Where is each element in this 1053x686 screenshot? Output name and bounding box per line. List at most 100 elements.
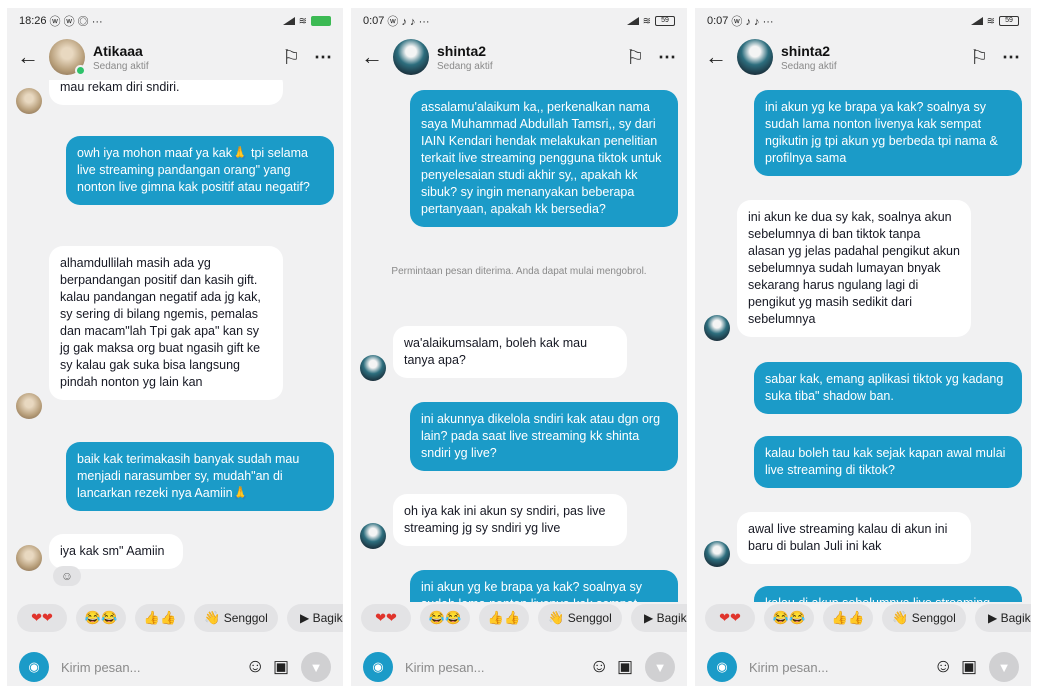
sender-avatar[interactable] bbox=[704, 315, 730, 341]
share-icon: ▶ bbox=[988, 611, 998, 625]
image-icon[interactable]: ▣ bbox=[273, 657, 289, 677]
contact-name[interactable]: shinta2 bbox=[781, 43, 970, 59]
wifi-icon: ≋ bbox=[642, 15, 651, 27]
wave-icon: 👋 bbox=[892, 610, 909, 625]
wifi-icon: ≋ bbox=[986, 15, 995, 27]
sender-avatar[interactable] bbox=[16, 88, 42, 114]
send-icon[interactable]: ▼ bbox=[301, 652, 331, 682]
quick-reply-hearts[interactable]: ❤❤ bbox=[17, 604, 67, 632]
message-bubble-incoming: alhamdullilah masih ada yg berpandangan … bbox=[49, 246, 283, 400]
message-bubble-incoming: ini akun ke dua sy kak, soalnya akun seb… bbox=[737, 200, 971, 337]
system-notice: Permintaan pesan diterima. Anda dapat mu… bbox=[391, 266, 647, 277]
quick-reply-laugh[interactable]: 😂😂 bbox=[420, 604, 470, 632]
message-bubble-incoming: wa'alaikumsalam, boleh kak mau tanya apa… bbox=[393, 326, 627, 378]
battery-icon: 59 bbox=[999, 16, 1019, 26]
status-bar: 18:26 ⓦ ⓦ ◎ ··· ≋ bbox=[7, 8, 343, 34]
quick-reply-laugh[interactable]: 😂😂 bbox=[764, 604, 814, 632]
image-icon[interactable]: ▣ bbox=[961, 657, 977, 677]
quick-reply-thumbs[interactable]: 👍👍 bbox=[479, 604, 529, 632]
battery-icon: 59 bbox=[655, 16, 675, 26]
quick-reply-laugh[interactable]: 😂😂 bbox=[76, 604, 126, 632]
quick-reply-thumbs[interactable]: 👍👍 bbox=[823, 604, 873, 632]
image-icon[interactable]: ▣ bbox=[617, 657, 633, 677]
contact-name[interactable]: shinta2 bbox=[437, 43, 626, 59]
sender-avatar[interactable] bbox=[16, 393, 42, 419]
online-indicator bbox=[75, 65, 86, 76]
emoji-icon[interactable]: ☺ bbox=[934, 656, 953, 678]
emoji-icon[interactable]: ☺ bbox=[590, 656, 609, 678]
wifi-icon: ≋ bbox=[298, 15, 307, 27]
sender-avatar[interactable] bbox=[704, 541, 730, 567]
composer: ◉ ☺ ▣ ▼ bbox=[695, 648, 1031, 686]
message-input[interactable] bbox=[405, 659, 590, 675]
status-time: 0:07 bbox=[707, 15, 729, 27]
message-bubble-outgoing: baik kak terimakasih banyak sudah mau me… bbox=[66, 442, 334, 511]
share-button[interactable]: ▶ Bagikan bbox=[631, 604, 687, 632]
share-button[interactable]: ▶ Bagikan bbox=[975, 604, 1031, 632]
message-list[interactable]: mau rekam diri sndiri. owh iya mohon maa… bbox=[7, 80, 343, 602]
emoji-icon[interactable]: ☺ bbox=[246, 656, 265, 678]
quick-reply-thumbs[interactable]: 👍👍 bbox=[135, 604, 185, 632]
message-list[interactable]: ini akun yg ke brapa ya kak? soalnya sy … bbox=[695, 80, 1031, 602]
message-bubble-incoming: oh iya kak ini akun sy sndiri, pas live … bbox=[393, 494, 627, 546]
contact-status: Sedang aktif bbox=[437, 60, 493, 72]
message-list[interactable]: assalamu'alaikum ka,, perkenalkan nama s… bbox=[351, 80, 687, 602]
senggol-button[interactable]: 👋 Senggol bbox=[538, 604, 622, 632]
send-icon[interactable]: ▼ bbox=[645, 652, 675, 682]
contact-name[interactable]: Atikaaa bbox=[93, 43, 282, 59]
chat-header: ← shinta2 Sedang aktif ⚐ ⋯ bbox=[695, 34, 1031, 80]
message-bubble-outgoing: kalau di akun sebelumnya live streaming bbox=[754, 586, 1022, 602]
senggol-button[interactable]: 👋 Senggol bbox=[882, 604, 966, 632]
quick-reply-bar: ❤❤ 😂😂 👍👍 👋 Senggol ▶ Bagikan bbox=[351, 604, 687, 636]
wave-icon: 👋 bbox=[204, 610, 221, 625]
camera-icon[interactable]: ◉ bbox=[19, 652, 49, 682]
send-icon[interactable]: ▼ bbox=[989, 652, 1019, 682]
message-bubble-incoming: iya kak sm" Aamiin bbox=[49, 534, 183, 569]
signal-icon bbox=[626, 17, 639, 25]
more-icon[interactable]: ⋯ bbox=[1002, 47, 1021, 68]
quick-reply-hearts[interactable]: ❤❤ bbox=[361, 604, 411, 632]
message-bubble-outgoing: sabar kak, emang aplikasi tiktok yg kada… bbox=[754, 362, 1022, 414]
status-bar: 0:07 ⓦ ♪ ♪ ··· ≋ 59 bbox=[695, 8, 1031, 34]
contact-status: Sedang aktif bbox=[93, 60, 149, 72]
flag-icon[interactable]: ⚐ bbox=[970, 45, 988, 70]
more-icon[interactable]: ⋯ bbox=[658, 47, 677, 68]
back-arrow-icon[interactable]: ← bbox=[361, 44, 387, 70]
add-reaction-icon[interactable]: ☺ bbox=[53, 566, 81, 586]
status-time: 0:07 bbox=[363, 15, 385, 27]
flag-icon[interactable]: ⚐ bbox=[626, 45, 644, 70]
message-bubble-incoming: mau rekam diri sndiri. bbox=[49, 80, 283, 105]
chat-header: ← Atikaaa Sedang aktif ⚐ ⋯ bbox=[7, 34, 343, 80]
battery-icon bbox=[311, 16, 331, 26]
quick-reply-bar: ❤❤ 😂😂 👍👍 👋 Senggol ▶ Bagikan bbox=[7, 604, 343, 636]
chat-screen-1: 18:26 ⓦ ⓦ ◎ ··· ≋ ← Atikaaa Sedang aktif… bbox=[7, 8, 343, 686]
message-bubble-outgoing: ini akun yg ke brapa ya kak? soalnya sy … bbox=[410, 570, 678, 602]
avatar[interactable] bbox=[737, 39, 773, 75]
wave-icon: 👋 bbox=[548, 610, 565, 625]
back-arrow-icon[interactable]: ← bbox=[17, 44, 43, 70]
message-bubble-incoming: awal live streaming kalau di akun ini ba… bbox=[737, 512, 971, 564]
senggol-button[interactable]: 👋 Senggol bbox=[194, 604, 278, 632]
more-icon[interactable]: ⋯ bbox=[314, 47, 333, 68]
composer: ◉ ☺ ▣ ▼ bbox=[351, 648, 687, 686]
status-bar: 0:07 ⓦ ♪ ♪ ··· ≋ 59 bbox=[351, 8, 687, 34]
back-arrow-icon[interactable]: ← bbox=[705, 44, 731, 70]
quick-reply-hearts[interactable]: ❤❤ bbox=[705, 604, 755, 632]
share-button[interactable]: ▶ Bagikan bbox=[287, 604, 343, 632]
message-bubble-outgoing: kalau boleh tau kak sejak kapan awal mul… bbox=[754, 436, 1022, 488]
avatar[interactable] bbox=[49, 39, 86, 76]
signal-icon bbox=[970, 17, 983, 25]
camera-icon[interactable]: ◉ bbox=[363, 652, 393, 682]
message-input[interactable] bbox=[61, 659, 246, 675]
message-bubble-outgoing: owh iya mohon maaf ya kak🙏 tpi selama li… bbox=[66, 136, 334, 205]
message-input[interactable] bbox=[749, 659, 934, 675]
sender-avatar[interactable] bbox=[360, 523, 386, 549]
camera-icon[interactable]: ◉ bbox=[707, 652, 737, 682]
sender-avatar[interactable] bbox=[360, 355, 386, 381]
chat-header: ← shinta2 Sedang aktif ⚐ ⋯ bbox=[351, 34, 687, 80]
sender-avatar[interactable] bbox=[16, 545, 42, 571]
message-bubble-outgoing: ini akunnya dikelola sndiri kak atau dgn… bbox=[410, 402, 678, 471]
flag-icon[interactable]: ⚐ bbox=[282, 45, 300, 70]
chat-screen-2: 0:07 ⓦ ♪ ♪ ··· ≋ 59 ← shinta2 Sedang akt… bbox=[351, 8, 687, 686]
avatar[interactable] bbox=[393, 39, 429, 75]
